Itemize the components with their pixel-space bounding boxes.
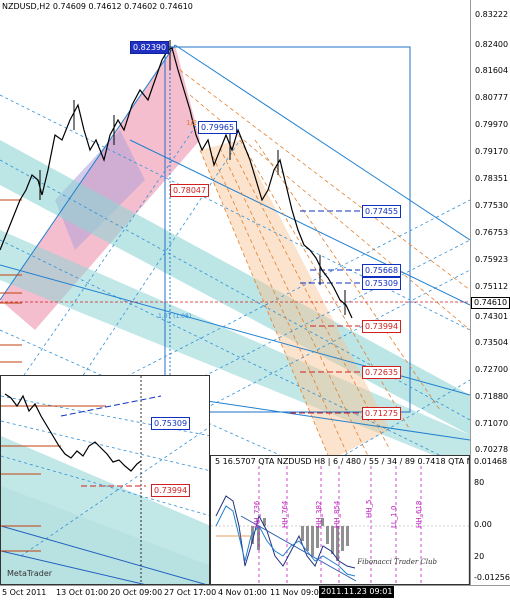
indicator-vlabel: HH_618: [415, 500, 423, 528]
indicator-axis-tick: 20: [474, 552, 485, 561]
indicator-axis-tick: 0.00: [474, 520, 492, 529]
time-tick: 5 Oct 2011: [2, 588, 47, 597]
price-mark[interactable]: 0.71275: [362, 407, 402, 420]
inset-price-mark[interactable]: 0.73994: [151, 484, 191, 497]
time-axis[interactable]: 5 Oct 2011 13 Oct 01:00 20 Oct 09:00 27 …: [0, 585, 510, 601]
price-tick: 0.75112: [475, 282, 509, 291]
indicator-axis-tick: 80: [474, 478, 485, 487]
indicator-vlabel: HH_382: [315, 500, 323, 528]
price-tick: 0.70278: [475, 445, 509, 454]
chart-window: 1/2 1.0T (1.08) NZDUSD,H2 0.74609 0.7461…: [0, 0, 510, 601]
price-tick: 0.82400: [475, 40, 509, 49]
indicator-vlabel: LL_1.0: [390, 505, 398, 528]
inset-plot: [1, 376, 209, 584]
price-mark[interactable]: 0.72635: [362, 366, 402, 379]
price-tick: 0.81604: [475, 66, 509, 75]
price-tick: 0.79970: [475, 120, 509, 129]
fan-label: 1/2: [186, 119, 197, 127]
price-tick: 0.77530: [475, 201, 509, 210]
price-tick: 0.80777: [475, 93, 509, 102]
price-tick: 0.71070: [475, 419, 509, 428]
price-tick: 0.76753: [475, 228, 509, 237]
time-tick: 20 Oct 09:00: [110, 588, 163, 597]
time-tick: 4 Nov 01:00: [218, 588, 267, 597]
current-price-label: 0.74610: [471, 297, 510, 309]
price-mark[interactable]: 0.78047: [170, 184, 210, 197]
price-tick: 0.83222: [475, 10, 509, 19]
indicator-axis-tick: -0.01256: [474, 573, 510, 582]
inset-price-mark[interactable]: 0.75309: [151, 417, 191, 430]
indicator-vlabel: HH_854: [333, 500, 341, 528]
time-tick: 11 Nov 09:00: [270, 588, 324, 597]
indicator-header: 5 16.5707 QTA NZDUSD H8 | 6 / 480 / 55 /…: [215, 457, 470, 466]
price-mark[interactable]: 0.75309: [362, 277, 402, 290]
price-tick: 0.73504: [475, 338, 509, 347]
price-axis[interactable]: 0.83222 0.82400 0.81604 0.80777 0.79970 …: [470, 0, 510, 585]
indicator-axis-tick: 0.01468: [474, 457, 508, 466]
price-mark-high[interactable]: 0.82390: [130, 41, 170, 54]
price-mark[interactable]: 0.79965: [198, 121, 238, 134]
price-tick: 0.71880: [475, 392, 509, 401]
indicator-vlabel: HH_736: [253, 500, 261, 528]
price-mark[interactable]: 0.77455: [362, 205, 402, 218]
inset-chart[interactable]: 0.75309 0.73994 MetaTrader: [0, 375, 210, 585]
indicator-window[interactable]: 5 16.5707 QTA NZDUSD H8 | 6 / 480 / 55 /…: [210, 455, 470, 585]
level-note: 1.0T (1.08): [158, 313, 191, 320]
indicator-vlabel: HH_5: [365, 499, 373, 518]
price-mark[interactable]: 0.73994: [362, 320, 402, 333]
time-tick: 13 Oct 01:00: [56, 588, 109, 597]
indicator-vlabel: HH_764: [281, 500, 289, 528]
price-tick: 0.78351: [475, 174, 509, 183]
price-tick: 0.72700: [475, 365, 509, 374]
chart-header: NZDUSD,H2 0.74609 0.74612 0.74602 0.7461…: [2, 2, 193, 11]
price-tick: 0.75923: [475, 255, 509, 264]
price-tick: 0.74301: [475, 312, 509, 321]
price-mark[interactable]: 0.75668: [362, 264, 402, 277]
price-tick: 0.79170: [475, 147, 509, 156]
fibonacci-trader-club-signature: Fibonacci Trader Club: [357, 558, 437, 566]
time-cursor-label: 2011.11.23 09:01: [319, 586, 395, 598]
metatrader-watermark: MetaTrader: [7, 569, 53, 578]
time-tick: 27 Oct 17:00: [164, 588, 217, 597]
